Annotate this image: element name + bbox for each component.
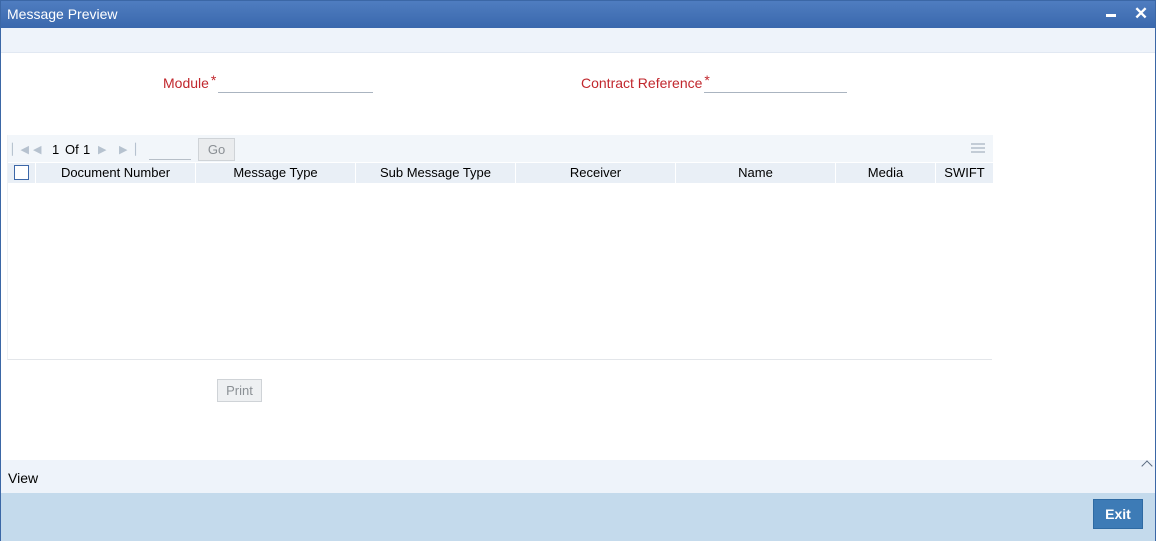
message-preview-window: Message Preview ✕ Module * Contract Refer… — [0, 0, 1156, 541]
required-mark: * — [210, 72, 217, 88]
previous-page-icon[interactable]: ◀ — [33, 143, 41, 156]
module-label: Module * — [163, 72, 217, 91]
next-page-icon[interactable]: ▶ — [98, 143, 106, 156]
select-all-cell — [8, 163, 36, 183]
minimize-button[interactable] — [1102, 5, 1120, 23]
column-header-sub-message-type[interactable]: Sub Message Type — [356, 163, 516, 183]
view-label: View — [8, 470, 39, 486]
column-header-media[interactable]: Media — [836, 163, 936, 183]
contract-reference-label: Contract Reference * — [581, 72, 710, 91]
view-bar: View — [1, 460, 1155, 493]
title-bar: Message Preview ✕ — [1, 1, 1155, 28]
minimize-icon — [1106, 14, 1116, 17]
column-header-swift[interactable]: SWIFT — [936, 163, 993, 183]
go-button[interactable]: Go — [198, 138, 235, 161]
column-chooser-icon[interactable] — [971, 143, 985, 155]
page-number-input[interactable] — [149, 139, 191, 160]
chevron-up-icon[interactable] — [1141, 460, 1153, 472]
select-all-checkbox[interactable] — [14, 165, 29, 180]
column-header-name[interactable]: Name — [676, 163, 836, 183]
contract-reference-input[interactable] — [704, 75, 847, 93]
close-icon: ✕ — [1133, 4, 1149, 23]
pager-total: 1 — [83, 142, 91, 157]
message-grid: ▏◀ ◀ 1 Of 1 ▶ ▶▕ Go Document Number Mess… — [7, 135, 993, 360]
footer-bar: Exit — [1, 493, 1155, 541]
print-button[interactable]: Print — [217, 379, 262, 402]
module-input[interactable] — [218, 75, 373, 93]
pager-bar: ▏◀ ◀ 1 Of 1 ▶ ▶▕ Go — [8, 135, 993, 162]
first-page-icon[interactable]: ▏◀ — [12, 143, 29, 156]
exit-button[interactable]: Exit — [1093, 499, 1143, 529]
module-label-text: Module — [163, 75, 209, 91]
toolbar-strip — [1, 28, 1155, 53]
column-header-receiver[interactable]: Receiver — [516, 163, 676, 183]
column-header-message-type[interactable]: Message Type — [196, 163, 356, 183]
contract-reference-label-text: Contract Reference — [581, 75, 703, 91]
window-title: Message Preview — [7, 6, 118, 22]
last-page-icon[interactable]: ▶▕ — [119, 143, 136, 156]
close-button[interactable]: ✕ — [1132, 5, 1150, 23]
pager-of-label: Of — [65, 142, 79, 157]
column-header-document-number[interactable]: Document Number — [36, 163, 196, 183]
table-header: Document Number Message Type Sub Message… — [8, 163, 993, 183]
pager-current: 1 — [52, 142, 60, 157]
